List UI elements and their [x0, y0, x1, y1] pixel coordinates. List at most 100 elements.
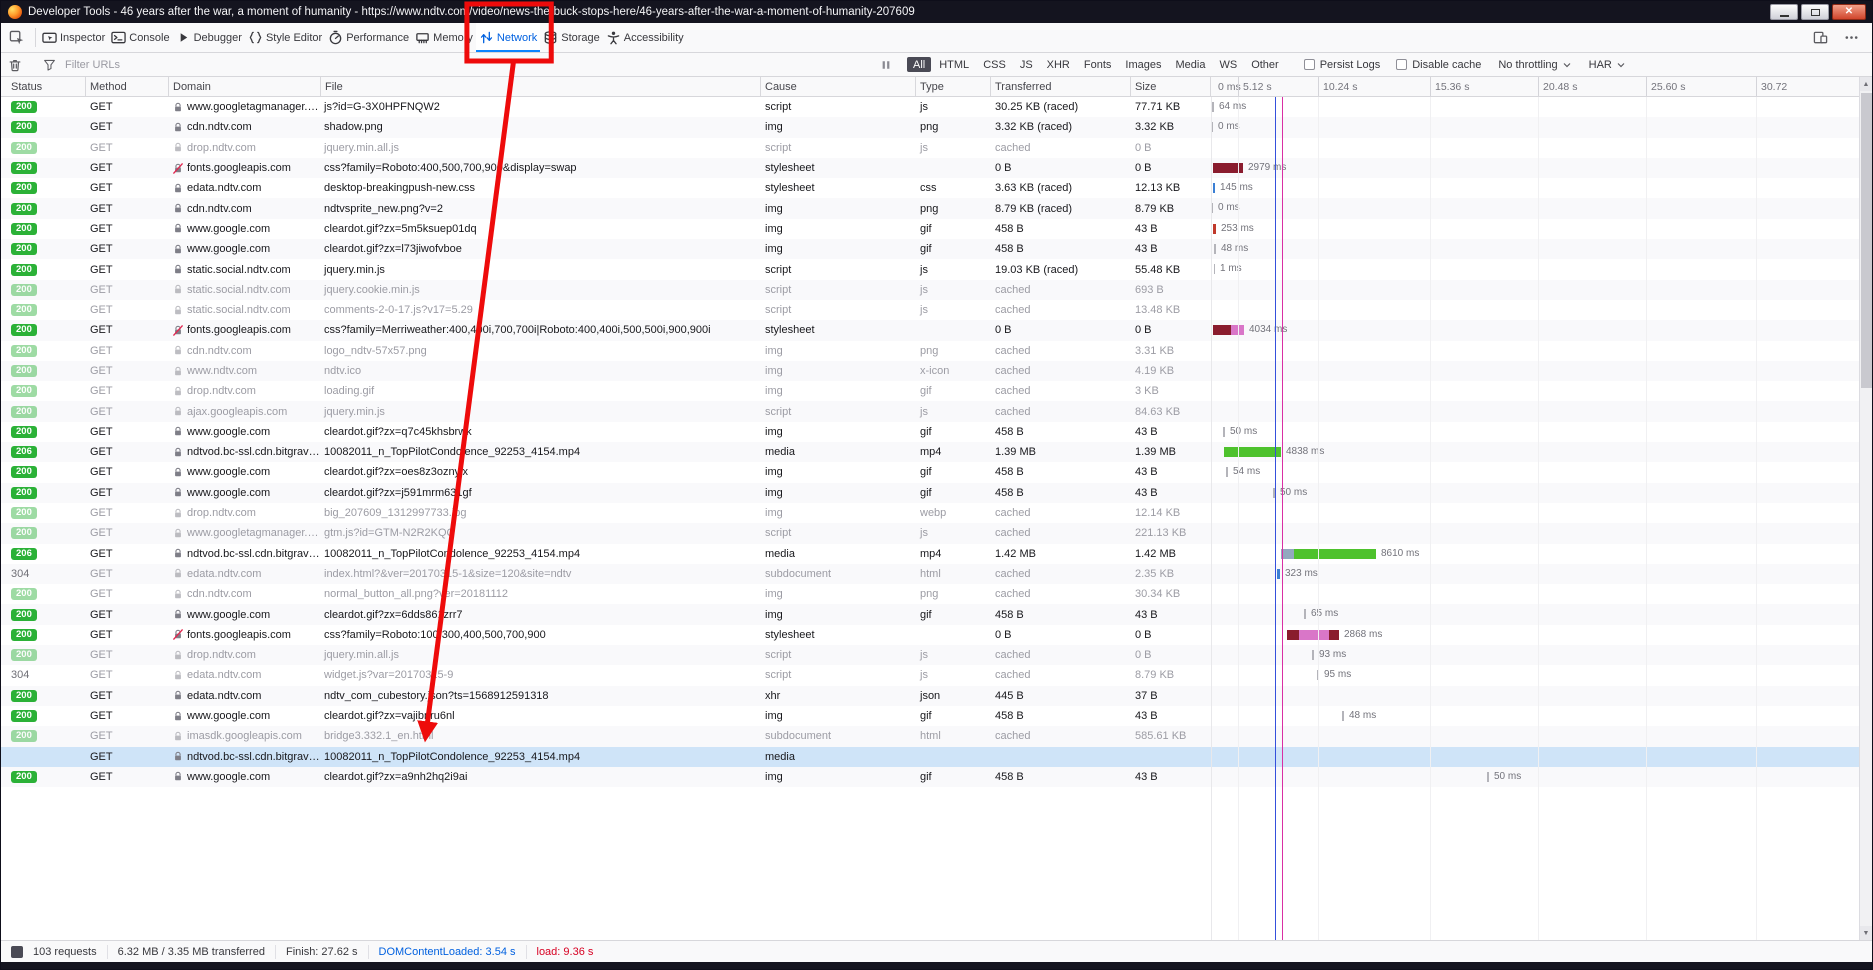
filter-fonts[interactable]: Fonts	[1078, 57, 1118, 72]
request-row[interactable]: 200 GET cdn.ndtv.com shadow.png img png 3.32 K…	[1, 117, 1859, 138]
scrollbar-down-arrow[interactable]: ▼	[1860, 926, 1872, 940]
request-row[interactable]: 200 GET cdn.ndtv.com normal_button_all.png?…	[1, 584, 1859, 604]
tab-performance[interactable]: Performance	[325, 23, 412, 52]
throttling-select[interactable]: No throttling	[1498, 59, 1571, 71]
size-cell: 1.42 MB	[1135, 547, 1176, 560]
request-row[interactable]: 200 GET fonts.googleapis.com css?family=Rob…	[1, 157, 1859, 179]
tab-accessibility[interactable]: Accessibility	[603, 23, 687, 52]
method-cell: GET	[90, 202, 113, 215]
request-row[interactable]: 200 GET static.social.ndtv.com comments-2-0…	[1, 300, 1859, 320]
filter-js[interactable]: JS	[1014, 57, 1039, 72]
tab-memory[interactable]: Memory	[412, 23, 476, 52]
scrollbar-thumb[interactable]	[1861, 93, 1872, 388]
column-header-size[interactable]: Size	[1131, 77, 1211, 96]
har-select[interactable]: HAR	[1589, 59, 1625, 71]
request-row[interactable]: 304 GET edata.ndtv.com index.html?&ver=2017…	[1, 563, 1859, 585]
maximize-button[interactable]	[1801, 4, 1829, 20]
tab-inspector[interactable]: Inspector	[39, 23, 108, 52]
request-row[interactable]: 200 GET edata.ndtv.com ndtv_com_cubestory.j…	[1, 685, 1859, 706]
filter-ws[interactable]: WS	[1213, 57, 1243, 72]
close-button[interactable]: ✕	[1832, 4, 1866, 20]
tab-style-editor[interactable]: Style Editor	[245, 23, 325, 52]
lock-icon	[173, 406, 183, 417]
request-row[interactable]: 200 GET fonts.googleapis.com css?family=Rob…	[1, 625, 1859, 645]
request-row[interactable]: 200 GET static.social.ndtv.com jquery.min.j…	[1, 259, 1859, 279]
request-row[interactable]: 200 GET drop.ndtv.com jquery.min.all.js scri…	[1, 645, 1859, 666]
status-badge: 200	[11, 486, 37, 499]
waterfall-time-label: 54 ms	[1233, 466, 1261, 478]
domain-cell: drop.ndtv.com	[169, 645, 321, 665]
request-row[interactable]: 200 GET www.google.com cleardot.gif?zx=vaji…	[1, 706, 1859, 726]
persist-logs-checkbox[interactable]: Persist Logs	[1303, 59, 1380, 71]
type-cell: html	[920, 730, 941, 743]
clear-requests-icon[interactable]	[1, 58, 29, 72]
request-row[interactable]: 304 GET edata.ndtv.com widget.js?var=201703…	[1, 665, 1859, 685]
tab-console[interactable]: Console	[108, 23, 172, 52]
request-row[interactable]: 200 GET fonts.googleapis.com css?family=Mer…	[1, 320, 1859, 341]
lock-broken-icon	[173, 162, 183, 174]
domain-cell: www.google.com	[169, 604, 321, 624]
minimize-button[interactable]	[1770, 4, 1798, 20]
request-row[interactable]: 200 GET www.google.com cleardot.gif?zx=l73j…	[1, 239, 1859, 260]
status-badge: 200	[11, 222, 37, 235]
waterfall-bar	[1304, 609, 1306, 620]
request-row[interactable]: 200 GET edata.ndtv.com desktop-breakingpush…	[1, 178, 1859, 198]
settings-menu-icon[interactable]	[1837, 30, 1866, 45]
waterfall-cell: 145 ms	[1211, 178, 1859, 198]
request-row[interactable]: 200 GET www.google.com cleardot.gif?zx=j591…	[1, 482, 1859, 503]
request-row[interactable]: 200 GET www.googletagmanager.com js?id=G-3X…	[1, 97, 1859, 117]
tab-debugger[interactable]: Debugger	[173, 23, 245, 52]
waterfall-bar	[1213, 223, 1216, 234]
request-row[interactable]: 200 GET www.googletagmanager.com gtm.js?id=…	[1, 523, 1859, 544]
request-row[interactable]: 200 GET www.google.com cleardot.gif?zx=6dds…	[1, 604, 1859, 625]
request-row[interactable]: 206 GET ndtvod.bc-ssl.cdn.bitgravity.c…100…	[1, 544, 1859, 564]
request-row[interactable]: 200 GET drop.ndtv.com jquery.min.all.js scri…	[1, 138, 1859, 158]
disable-cache-checkbox[interactable]: Disable cache	[1396, 59, 1481, 71]
request-row[interactable]: 200 GET www.google.com cleardot.gif?zx=a9nh…	[1, 766, 1859, 788]
waterfall-cell: 2979 ms	[1211, 158, 1859, 178]
domain-cell: static.social.ndtv.com	[169, 280, 321, 300]
column-header-type[interactable]: Type	[916, 77, 991, 96]
filter-html[interactable]: HTML	[933, 57, 975, 72]
tab-network[interactable]: Network	[475, 23, 541, 52]
request-row[interactable]: 200 GET drop.ndtv.com loading.gif img gif cach…	[1, 381, 1859, 401]
domain-cell: ndtvod.bc-ssl.cdn.bitgravity.c…	[169, 544, 321, 564]
lock-icon	[173, 345, 183, 356]
transferred-cell: cached	[995, 527, 1031, 540]
responsive-design-mode-icon[interactable]	[1806, 30, 1835, 45]
lock-icon	[173, 650, 183, 661]
request-row[interactable]: GET ndtvod.bc-ssl.cdn.bitgravity.c…100820…	[1, 746, 1859, 767]
request-row[interactable]: 200 GET imasdk.googleapis.com bridge3.332.1…	[1, 726, 1859, 747]
tab-storage[interactable]: Storage	[540, 23, 603, 52]
request-row[interactable]: 200 GET www.google.com cleardot.gif?zx=q7c4…	[1, 422, 1859, 442]
filter-xhr[interactable]: XHR	[1041, 57, 1076, 72]
column-header-method[interactable]: Method	[86, 77, 169, 96]
column-header-timeline[interactable]: 0 ms 5.12 s 10.24 s 15.36 s 20.48 s 25.60 s 30…	[1211, 77, 1859, 96]
request-row[interactable]: 200 GET ajax.googleapis.com jquery.min.js sc…	[1, 401, 1859, 422]
type-cell: js	[920, 405, 928, 418]
request-row[interactable]: 200 GET cdn.ndtv.com ndtvsprite_new.png?v=2…	[1, 198, 1859, 219]
method-cell: GET	[90, 547, 113, 560]
filter-urls-input[interactable]	[63, 57, 873, 72]
filter-css[interactable]: CSS	[977, 57, 1012, 72]
request-row[interactable]: 206 GET ndtvod.bc-ssl.cdn.bitgravity.c…100…	[1, 442, 1859, 463]
vertical-scrollbar[interactable]: ▲ ▼	[1859, 77, 1872, 940]
column-header-cause[interactable]: Cause	[761, 77, 916, 96]
filter-media[interactable]: Media	[1169, 57, 1211, 72]
request-row[interactable]: 200 GET cdn.ndtv.com logo_ndtv-57x57.png img…	[1, 341, 1859, 361]
column-header-domain[interactable]: Domain	[169, 77, 321, 96]
request-row[interactable]: 200 GET www.ndtv.com ndtv.ico img x-icon cache…	[1, 360, 1859, 382]
column-header-transferred[interactable]: Transferred	[991, 77, 1131, 96]
filter-all[interactable]: All	[907, 57, 932, 72]
filter-images[interactable]: Images	[1119, 57, 1167, 72]
request-row[interactable]: 200 GET drop.ndtv.com big_207609_1312997733…	[1, 503, 1859, 523]
scrollbar-up-arrow[interactable]: ▲	[1860, 77, 1872, 91]
request-row[interactable]: 200 GET static.social.ndtv.com jquery.cooki…	[1, 279, 1859, 300]
pick-element-icon[interactable]	[1, 23, 32, 52]
request-row[interactable]: 200 GET www.google.com cleardot.gif?zx=5m5k…	[1, 219, 1859, 239]
request-row[interactable]: 200 GET www.google.com cleardot.gif?zx=oes8…	[1, 462, 1859, 482]
column-header-file[interactable]: File	[321, 77, 761, 96]
filter-other[interactable]: Other	[1245, 57, 1285, 72]
column-header-status[interactable]: Status	[1, 77, 86, 96]
pause-recording-icon[interactable]	[873, 59, 899, 71]
